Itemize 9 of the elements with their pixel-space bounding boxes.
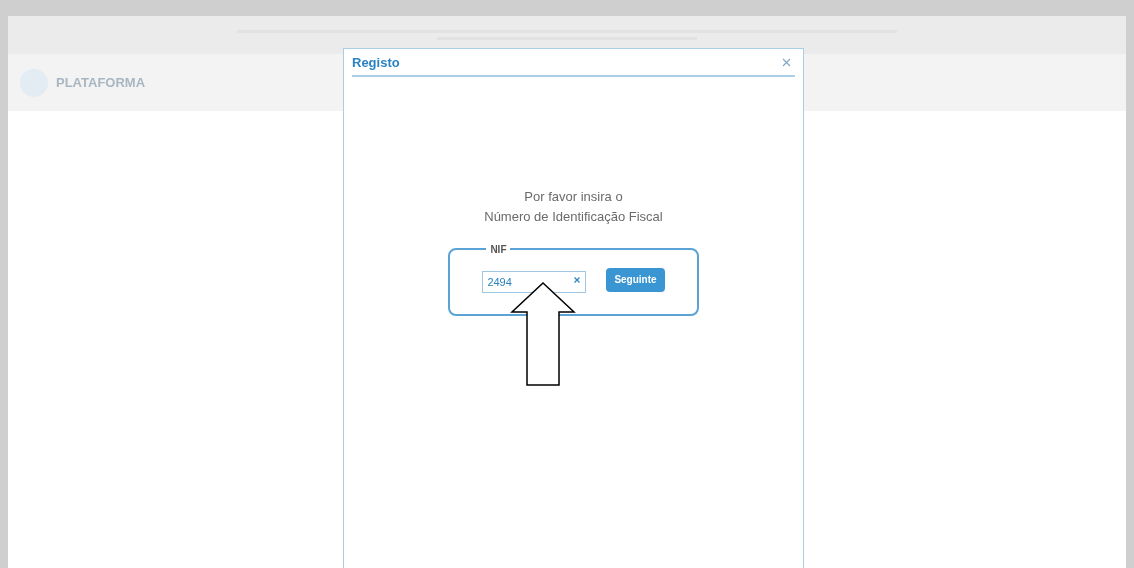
dialog-title: Registo (352, 54, 400, 72)
group-label: NIF (489, 242, 508, 257)
prompt-text: Número de Identificação Fiscal (484, 207, 663, 226)
clear-icon[interactable] (574, 276, 581, 283)
logo-text: PLATAFORMA (56, 73, 146, 92)
nif-field[interactable]: 2494 (482, 270, 587, 293)
next-button[interactable]: Seguinte (606, 267, 665, 292)
up-arrow-icon (510, 282, 576, 387)
prompt-text: Por favor insira o (524, 187, 623, 206)
